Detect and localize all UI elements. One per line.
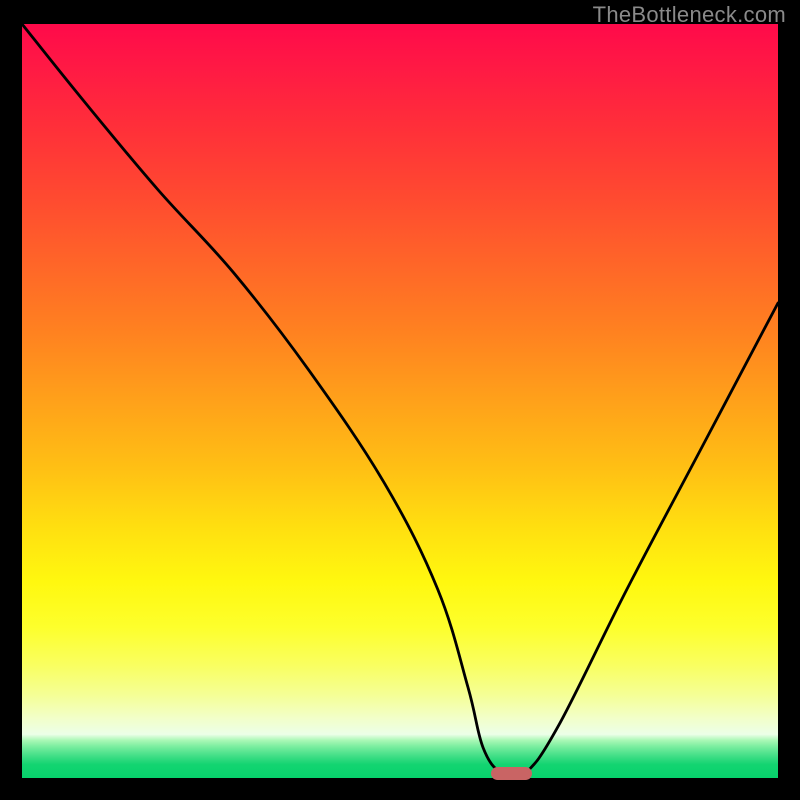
curve-svg [22,24,778,778]
bottleneck-curve [22,24,778,778]
chart-frame: TheBottleneck.com [0,0,800,800]
optimal-marker [491,767,533,780]
plot-area [22,24,778,778]
